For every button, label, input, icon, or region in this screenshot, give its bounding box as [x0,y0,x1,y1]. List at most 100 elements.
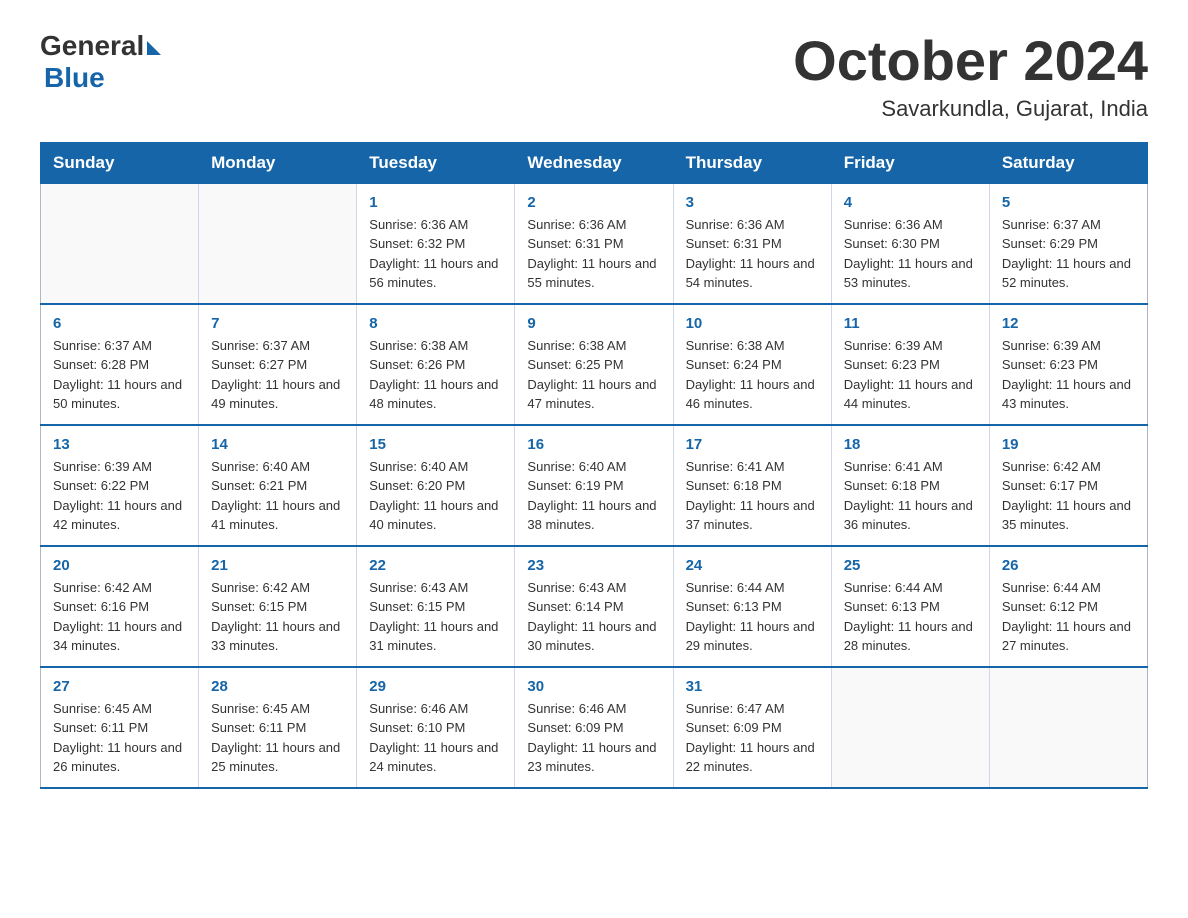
calendar-cell: 18 Sunrise: 6:41 AMSunset: 6:18 PMDayligh… [831,425,989,546]
weekday-header-thursday: Thursday [673,142,831,183]
day-number: 5 [1002,194,1135,211]
day-number: 28 [211,678,344,695]
calendar-cell: 15Sunrise: 6:40 AMSunset: 6:20 PMDayligh… [357,425,515,546]
day-info: Sunrise: 6:36 AMSunset: 6:30 PMDaylight:… [844,215,977,293]
weekday-header-tuesday: Tuesday [357,142,515,183]
weekday-header-wednesday: Wednesday [515,142,673,183]
day-info: Sunrise: 6:38 AMSunset: 6:26 PMDaylight:… [369,336,502,414]
calendar-cell: 26Sunrise: 6:44 AMSunset: 6:12 PMDayligh… [989,546,1147,667]
day-number: 6 [53,315,186,332]
calendar-cell: 24 Sunrise: 6:44 AMSunset: 6:13 PMDayligh… [673,546,831,667]
calendar-cell: 23Sunrise: 6:43 AMSunset: 6:14 PMDayligh… [515,546,673,667]
day-number: 29 [369,678,502,695]
logo-arrow-icon [147,41,161,55]
calendar-cell: 8 Sunrise: 6:38 AMSunset: 6:26 PMDaylight… [357,304,515,425]
calendar-cell: 28 Sunrise: 6:45 AMSunset: 6:11 PMDayligh… [199,667,357,788]
day-info: Sunrise: 6:45 AMSunset: 6:11 PMDaylight:… [211,699,344,777]
calendar-cell: 13 Sunrise: 6:39 AMSunset: 6:22 PMDayligh… [41,425,199,546]
day-info: Sunrise: 6:41 AMSunset: 6:18 PMDaylight:… [844,457,977,535]
day-info: Sunrise: 6:46 AMSunset: 6:10 PMDaylight:… [369,699,502,777]
day-number: 3 [686,194,819,211]
day-number: 24 [686,557,819,574]
calendar-cell: 12 Sunrise: 6:39 AMSunset: 6:23 PMDayligh… [989,304,1147,425]
calendar-cell: 16Sunrise: 6:40 AMSunset: 6:19 PMDayligh… [515,425,673,546]
day-info: Sunrise: 6:42 AMSunset: 6:16 PMDaylight:… [53,578,186,656]
weekday-header-sunday: Sunday [41,142,199,183]
day-info: Sunrise: 6:38 AMSunset: 6:25 PMDaylight:… [527,336,660,414]
weekday-header-row: SundayMondayTuesdayWednesdayThursdayFrid… [41,142,1148,183]
day-info: Sunrise: 6:44 AMSunset: 6:13 PMDaylight:… [844,578,977,656]
calendar-cell: 29 Sunrise: 6:46 AMSunset: 6:10 PMDayligh… [357,667,515,788]
day-number: 1 [369,194,502,211]
logo-general-text: General [40,30,144,62]
calendar-cell [989,667,1147,788]
day-info: Sunrise: 6:47 AMSunset: 6:09 PMDaylight:… [686,699,819,777]
weekday-header-saturday: Saturday [989,142,1147,183]
day-number: 31 [686,678,819,695]
calendar-cell: 2Sunrise: 6:36 AMSunset: 6:31 PMDaylight… [515,183,673,304]
day-number: 22 [369,557,502,574]
calendar-cell: 10Sunrise: 6:38 AMSunset: 6:24 PMDayligh… [673,304,831,425]
day-info: Sunrise: 6:43 AMSunset: 6:15 PMDaylight:… [369,578,502,656]
week-row-2: 6 Sunrise: 6:37 AMSunset: 6:28 PMDaylight… [41,304,1148,425]
calendar-cell: 31 Sunrise: 6:47 AMSunset: 6:09 PMDayligh… [673,667,831,788]
day-number: 11 [844,315,977,332]
calendar-cell: 5 Sunrise: 6:37 AMSunset: 6:29 PMDaylight… [989,183,1147,304]
calendar-cell: 30 Sunrise: 6:46 AMSunset: 6:09 PMDayligh… [515,667,673,788]
day-info: Sunrise: 6:39 AMSunset: 6:23 PMDaylight:… [844,336,977,414]
day-number: 4 [844,194,977,211]
day-number: 18 [844,436,977,453]
week-row-4: 20 Sunrise: 6:42 AMSunset: 6:16 PMDayligh… [41,546,1148,667]
day-info: Sunrise: 6:37 AMSunset: 6:27 PMDaylight:… [211,336,344,414]
calendar-cell: 19Sunrise: 6:42 AMSunset: 6:17 PMDayligh… [989,425,1147,546]
day-info: Sunrise: 6:40 AMSunset: 6:21 PMDaylight:… [211,457,344,535]
day-info: Sunrise: 6:42 AMSunset: 6:17 PMDaylight:… [1002,457,1135,535]
calendar-cell: 6 Sunrise: 6:37 AMSunset: 6:28 PMDaylight… [41,304,199,425]
week-row-5: 27 Sunrise: 6:45 AMSunset: 6:11 PMDayligh… [41,667,1148,788]
calendar-cell: 25 Sunrise: 6:44 AMSunset: 6:13 PMDayligh… [831,546,989,667]
calendar-table: SundayMondayTuesdayWednesdayThursdayFrid… [40,142,1148,789]
calendar-cell [199,183,357,304]
day-info: Sunrise: 6:45 AMSunset: 6:11 PMDaylight:… [53,699,186,777]
logo-area: General Blue [40,30,161,94]
weekday-header-friday: Friday [831,142,989,183]
day-number: 9 [527,315,660,332]
calendar-cell: 14 Sunrise: 6:40 AMSunset: 6:21 PMDayligh… [199,425,357,546]
day-number: 20 [53,557,186,574]
month-title: October 2024 [793,30,1148,92]
day-info: Sunrise: 6:46 AMSunset: 6:09 PMDaylight:… [527,699,660,777]
day-info: Sunrise: 6:39 AMSunset: 6:23 PMDaylight:… [1002,336,1135,414]
calendar-cell: 7Sunrise: 6:37 AMSunset: 6:27 PMDaylight… [199,304,357,425]
page-header: General Blue October 2024 Savarkundla, G… [40,30,1148,122]
day-number: 8 [369,315,502,332]
day-info: Sunrise: 6:36 AMSunset: 6:32 PMDaylight:… [369,215,502,293]
calendar-cell: 3 Sunrise: 6:36 AMSunset: 6:31 PMDaylight… [673,183,831,304]
day-number: 23 [527,557,660,574]
location-title: Savarkundla, Gujarat, India [793,96,1148,122]
calendar-cell: 9 Sunrise: 6:38 AMSunset: 6:25 PMDaylight… [515,304,673,425]
logo: General [40,30,161,62]
day-number: 27 [53,678,186,695]
calendar-cell: 21Sunrise: 6:42 AMSunset: 6:15 PMDayligh… [199,546,357,667]
day-number: 26 [1002,557,1135,574]
day-info: Sunrise: 6:36 AMSunset: 6:31 PMDaylight:… [686,215,819,293]
calendar-cell: 17 Sunrise: 6:41 AMSunset: 6:18 PMDayligh… [673,425,831,546]
day-number: 12 [1002,315,1135,332]
calendar-cell: 1 Sunrise: 6:36 AMSunset: 6:32 PMDaylight… [357,183,515,304]
day-info: Sunrise: 6:39 AMSunset: 6:22 PMDaylight:… [53,457,186,535]
calendar-cell: 11 Sunrise: 6:39 AMSunset: 6:23 PMDayligh… [831,304,989,425]
day-number: 30 [527,678,660,695]
day-info: Sunrise: 6:40 AMSunset: 6:20 PMDaylight:… [369,457,502,535]
day-info: Sunrise: 6:37 AMSunset: 6:29 PMDaylight:… [1002,215,1135,293]
day-number: 25 [844,557,977,574]
day-number: 13 [53,436,186,453]
day-number: 2 [527,194,660,211]
day-info: Sunrise: 6:37 AMSunset: 6:28 PMDaylight:… [53,336,186,414]
day-info: Sunrise: 6:41 AMSunset: 6:18 PMDaylight:… [686,457,819,535]
day-number: 17 [686,436,819,453]
week-row-1: 1 Sunrise: 6:36 AMSunset: 6:32 PMDaylight… [41,183,1148,304]
calendar-cell: 4 Sunrise: 6:36 AMSunset: 6:30 PMDaylight… [831,183,989,304]
day-number: 14 [211,436,344,453]
day-info: Sunrise: 6:44 AMSunset: 6:13 PMDaylight:… [686,578,819,656]
day-info: Sunrise: 6:42 AMSunset: 6:15 PMDaylight:… [211,578,344,656]
